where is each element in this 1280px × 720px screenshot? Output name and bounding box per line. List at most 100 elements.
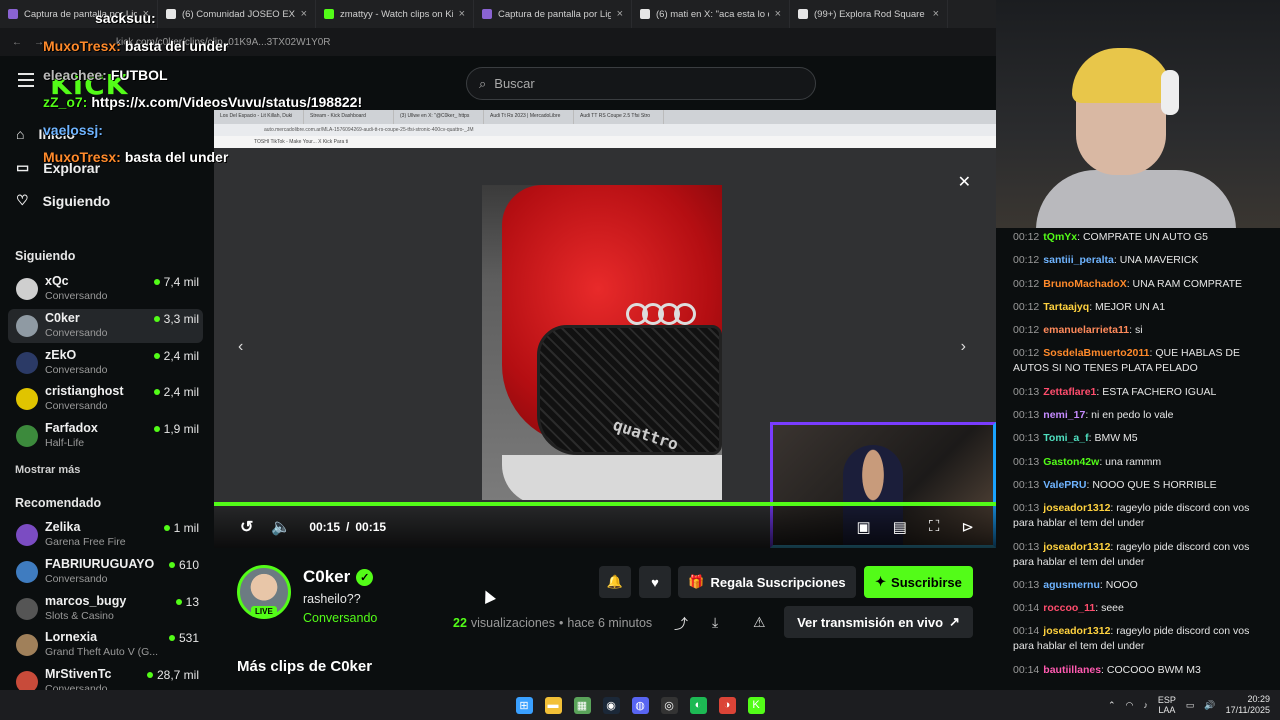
fullscreen-icon[interactable]: ⛶ [929, 518, 940, 536]
sidebar-channel[interactable]: cristianghost Conversando 2,4 mil [8, 382, 203, 416]
chat-message: 00:12 emanuelarrieta11: si [1013, 323, 1273, 338]
follow-button[interactable]: ♥ [639, 566, 671, 598]
viewer-count-value: 7,4 mil [163, 275, 199, 289]
chat-username[interactable]: nemi_17 [1043, 409, 1085, 421]
viewer-count-value: 28,7 mil [156, 668, 199, 683]
tab-close-icon[interactable]: × [301, 8, 307, 20]
show-more-link[interactable]: Mostrar más [15, 464, 80, 476]
sidebar-channel[interactable]: marcos_bugy Slots & Casino 13 [8, 592, 203, 626]
gift-subs-button[interactable]: 🎁 Regala Suscripciones [678, 566, 856, 598]
share-icon[interactable]: ⤴ [674, 614, 688, 634]
browser-tab[interactable]: Captura de pantalla por Lightsh × [474, 0, 632, 28]
gift-subs-label: Regala Suscripciones [710, 574, 846, 590]
channel-name-row[interactable]: C0ker ✓ [303, 567, 374, 587]
video-browser-url: auto.mercadolibre.com.ar/MLA-1576094269-… [214, 124, 996, 136]
notification-button[interactable]: 🔔 [599, 566, 631, 598]
chat-username[interactable]: tQmYx [1043, 231, 1077, 243]
chat-username[interactable]: Tomi_a_f [1043, 432, 1088, 444]
chat-text: UNA MAVERICK [1119, 254, 1199, 267]
chat-username[interactable]: santiii_peralta [1043, 254, 1114, 266]
chat-username[interactable]: roccoo_11 [1043, 602, 1095, 614]
tab-close-icon[interactable]: × [933, 8, 939, 20]
chat-username[interactable]: Tartaajyq [1043, 301, 1089, 313]
skip-icon[interactable]: ⊳ [961, 518, 974, 536]
browser-tab[interactable]: (99+) Explora Rod Square con K × [790, 0, 948, 28]
chat-timestamp: 00:13 [1013, 502, 1040, 515]
report-icon[interactable]: ⚠ [753, 614, 766, 631]
channel-category: Slots & Casino [45, 609, 114, 622]
kick-icon[interactable]: K [747, 696, 765, 714]
tab-close-icon[interactable]: × [775, 8, 781, 20]
spotify-icon[interactable]: ◐ [689, 696, 707, 714]
sidebar-channel[interactable]: FABRIURUGUAYO Conversando 610 [8, 555, 203, 589]
chat-text: MEJOR UN A1 [1095, 300, 1166, 313]
network-icon[interactable]: ▭ [1186, 700, 1195, 711]
pip-icon[interactable]: ▣ [857, 518, 871, 536]
language-indicator[interactable]: ESP LAA [1158, 695, 1176, 715]
discord-icon[interactable]: ◍ [631, 696, 649, 714]
viewer-count-value: 2,4 mil [163, 385, 199, 400]
tab-close-icon[interactable]: × [617, 8, 623, 20]
sidebar-channel[interactable]: zEkO Conversando 2,4 mil [8, 346, 203, 380]
channel-name: Farfadox [45, 421, 98, 436]
sidebar-channel[interactable]: C0ker Conversando 3,3 mil [8, 308, 203, 343]
chrome-icon[interactable]: ◑ [718, 696, 736, 714]
overlay-message: zZ_o7: https://x.com/VideosVuvu/status/19… [43, 94, 362, 110]
steam-icon[interactable]: ◉ [602, 696, 620, 714]
sidebar-channel[interactable]: Lornexia Grand Theft Auto V (G... 531 [8, 628, 203, 662]
chat-username[interactable]: emanuelarrieta11 [1043, 324, 1129, 336]
theater-icon[interactable]: ▤ [893, 518, 907, 536]
chat-username[interactable]: BrunoMachadoX [1043, 278, 1126, 290]
prev-arrow-icon: ‹ [238, 338, 244, 355]
clip-category[interactable]: Conversando [303, 611, 377, 625]
tab-favicon-icon [166, 9, 176, 19]
app-icon[interactable]: ▦ [573, 696, 591, 714]
nav-siguiendo[interactable]: ♡ Siguiendo [16, 192, 110, 209]
tray-chevron-icon[interactable]: ⌃ [1108, 700, 1116, 711]
sidebar-channel[interactable]: xQc Conversando 7,4 mil [8, 272, 203, 306]
tab-favicon-icon [482, 9, 492, 19]
wifi-icon[interactable]: ◠ [1126, 700, 1134, 711]
sidebar-channel[interactable]: Zelika Garena Free Fire 1 mil [8, 518, 203, 552]
browser-tab[interactable]: zmattyy - Watch clips on Kick × [316, 0, 474, 28]
obs-icon[interactable]: ◎ [660, 696, 678, 714]
chat-username[interactable]: Zettaflare1 [1043, 386, 1096, 398]
speaker-icon[interactable]: 🔊 [1204, 700, 1215, 711]
subscribe-button[interactable]: ✦ Suscribirse [864, 566, 973, 598]
external-link-icon: ↗ [949, 614, 960, 629]
chat-message: 00:13 nemi_17: ni en pedo lo vale [1013, 408, 1273, 423]
replay-icon[interactable]: ↺ [240, 517, 253, 537]
chat-username[interactable]: joseador1312 [1043, 541, 1110, 553]
chat-username[interactable]: joseador1312 [1043, 502, 1110, 514]
volume-icon[interactable]: 🔈 [271, 517, 291, 537]
mic-icon[interactable]: ♪ [1143, 700, 1148, 710]
menu-icon[interactable] [18, 73, 34, 87]
browser-tab[interactable]: (6) Comunidad JOSEO EXCLUSI... × [158, 0, 316, 28]
system-tray: ⌃ ◠ ♪ ESP LAA ▭ 🔊 20:29 17/11/2025 [1108, 690, 1270, 720]
chat-username[interactable]: joseador1312 [1043, 625, 1110, 637]
browser-tab[interactable]: (6) mati en X: "aca esta lo de sp × [632, 0, 790, 28]
chat-username[interactable]: SosdelaBmuerto2011 [1043, 347, 1149, 359]
tab-close-icon[interactable]: × [459, 8, 465, 20]
watch-live-button[interactable]: Ver transmisión en vivo ↗ [784, 606, 973, 638]
channel-name[interactable]: C0ker [303, 567, 350, 587]
file-explorer-icon[interactable]: ▬ [544, 696, 562, 714]
clock[interactable]: 20:29 17/11/2025 [1226, 694, 1270, 716]
search-input[interactable]: ⌕ Buscar [466, 67, 816, 100]
chat-username[interactable]: agusmernu [1043, 579, 1100, 591]
sidebar-channel[interactable]: Farfadox Half-Life 1,9 mil [8, 419, 203, 453]
live-dot-icon [153, 389, 160, 396]
chat-username[interactable]: ValePRU [1043, 479, 1086, 491]
recommended-title: Recomendado [15, 496, 102, 510]
viewer-count: 7,4 mil [153, 275, 199, 289]
chat-message: 00:13 Zettaflare1: ESTA FACHERO IGUAL [1013, 385, 1273, 400]
viewer-count-value: 610 [178, 557, 199, 572]
video-player[interactable]: Los Del Espacio - Lit Killah, Duki Stream… [214, 110, 996, 548]
back-icon[interactable]: ← [12, 37, 22, 48]
chat-username[interactable]: Gaston42w [1043, 456, 1099, 468]
windows-start-icon[interactable]: ⊞ [515, 696, 533, 714]
watch-live-label: Ver transmisión en vivo [797, 614, 944, 630]
channel-category: Garena Free Fire [45, 536, 126, 548]
chat-username[interactable]: bautiillanes [1043, 664, 1101, 676]
download-icon[interactable]: ⤓ [712, 614, 718, 631]
